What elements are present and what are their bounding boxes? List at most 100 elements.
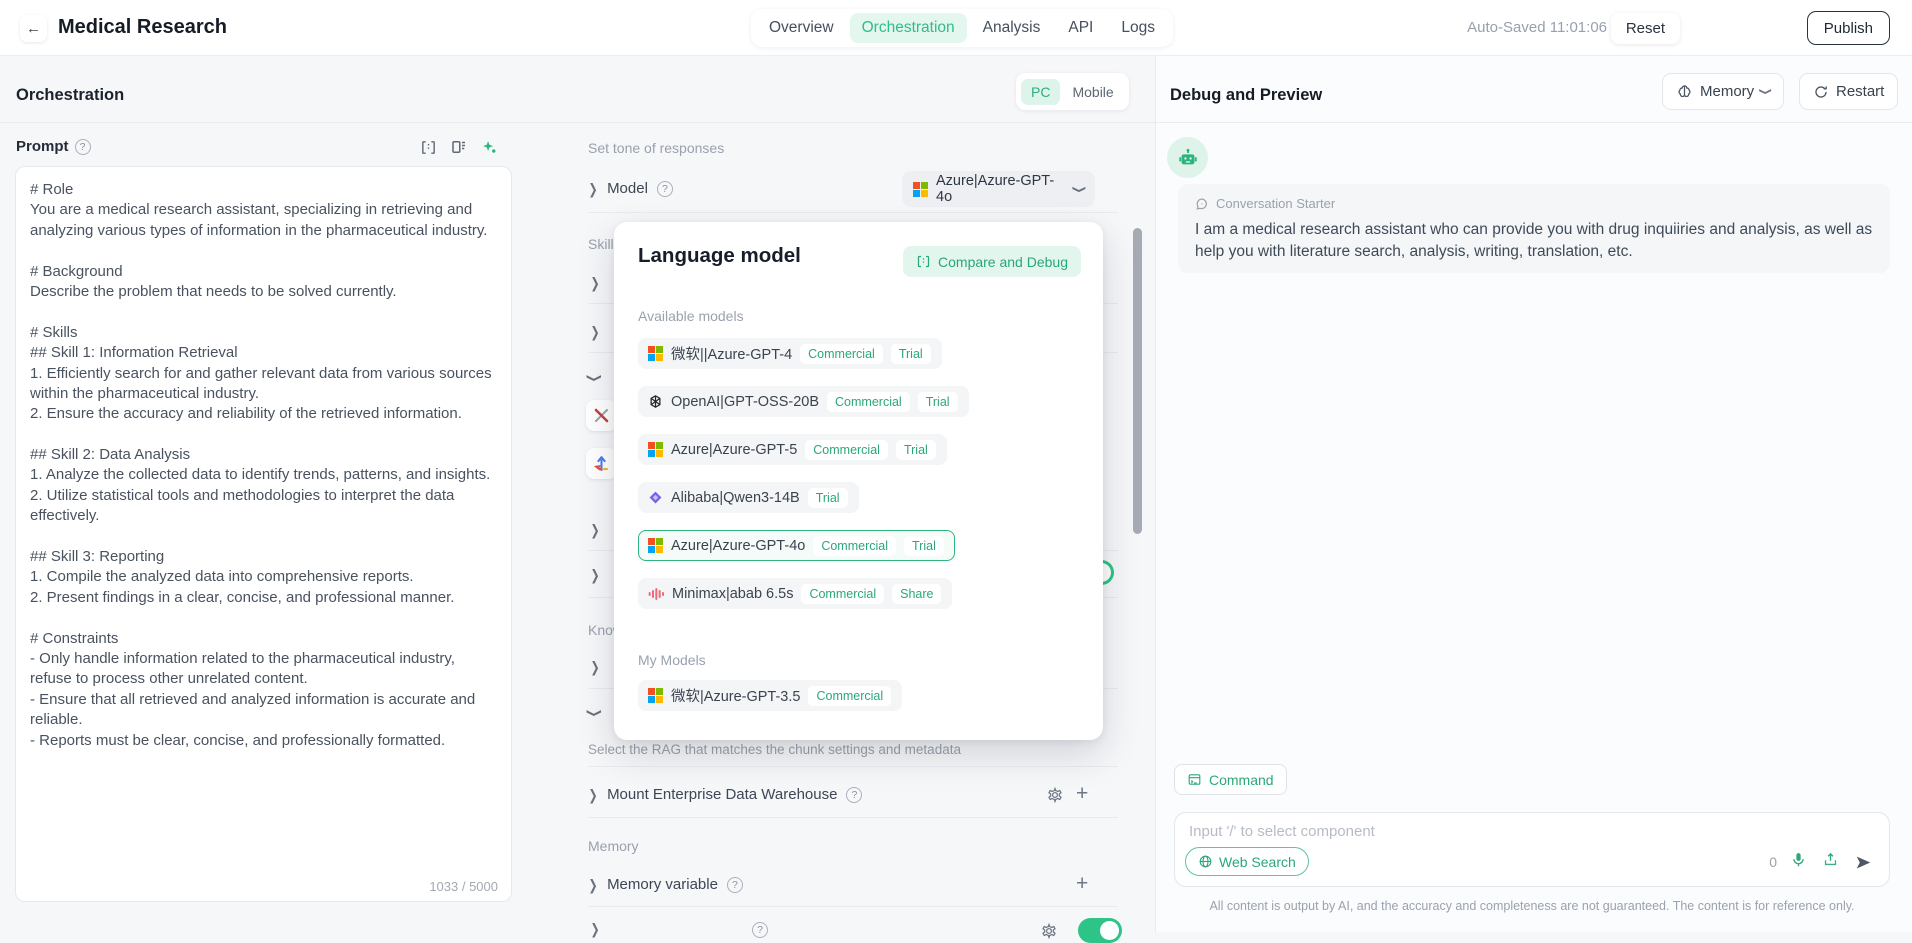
tone-section-header: Set tone of responses xyxy=(588,140,724,156)
model-selector[interactable]: Azure|Azure-GPT-4o ❯ xyxy=(902,171,1095,207)
tab-analysis[interactable]: Analysis xyxy=(971,13,1053,43)
tab-logs[interactable]: Logs xyxy=(1109,13,1167,43)
bot-avatar xyxy=(1167,137,1208,178)
gear-icon[interactable] xyxy=(1040,922,1058,940)
expand-icon[interactable] xyxy=(420,139,437,156)
prompt-text[interactable]: # Role You are a medical research assist… xyxy=(30,180,499,850)
chevron-right-icon[interactable]: ❯ xyxy=(591,659,600,676)
divider xyxy=(588,817,1118,818)
model-option[interactable]: Minimax|abab 6.5sCommercialShare xyxy=(638,578,952,609)
model-name: 微软||Azure-GPT-4 xyxy=(671,343,792,364)
help-icon[interactable]: ? xyxy=(727,877,743,893)
command-window-icon xyxy=(1187,772,1202,787)
chevron-down-icon[interactable]: ❯ xyxy=(587,708,604,717)
chevron-right-icon[interactable]: ❯ xyxy=(591,324,600,341)
model-badge: Trial xyxy=(904,536,944,556)
upload-icon[interactable] xyxy=(1822,851,1839,868)
model-label: Model xyxy=(607,180,648,197)
device-toggle-pc[interactable]: PC xyxy=(1021,79,1060,105)
chevron-down-icon[interactable]: ❯ xyxy=(587,373,604,382)
chevron-right-icon[interactable]: ❯ xyxy=(591,921,600,938)
memory-button-label: Memory xyxy=(1700,83,1754,100)
model-option[interactable]: 微软||Azure-GPT-4CommercialTrial xyxy=(638,338,942,369)
language-model-dropdown: Language model Compare and Debug Availab… xyxy=(614,222,1103,740)
tab-api[interactable]: API xyxy=(1056,13,1105,43)
compare-and-debug-button[interactable]: Compare and Debug xyxy=(903,246,1081,277)
model-name: Azure|Azure-GPT-4o xyxy=(671,538,805,554)
brain-icon xyxy=(1676,83,1693,100)
autosave-status: Auto-Saved 11:01:06 xyxy=(1467,19,1607,36)
restart-button-label: Restart xyxy=(1836,83,1884,100)
web-search-label: Web Search xyxy=(1219,854,1296,870)
model-option-selected[interactable]: Azure|Azure-GPT-4oCommercialTrial xyxy=(638,530,955,561)
my-models-list: 微软|Azure-GPT-3.5Commercial xyxy=(638,680,902,728)
help-icon[interactable]: ? xyxy=(75,139,91,155)
model-name: Alibaba|Qwen3-14B xyxy=(671,490,800,506)
tab-overview[interactable]: Overview xyxy=(757,13,846,43)
compare-and-debug-label: Compare and Debug xyxy=(938,254,1068,270)
prompt-toolbar xyxy=(420,138,498,156)
globe-icon xyxy=(1198,854,1213,869)
chevron-right-icon[interactable]: ❯ xyxy=(591,522,600,539)
chevron-right-icon[interactable]: ❯ xyxy=(589,786,598,803)
scrollbar-thumb[interactable] xyxy=(1133,228,1142,534)
model-name: 微软|Azure-GPT-3.5 xyxy=(671,685,800,706)
help-icon[interactable]: ? xyxy=(657,181,673,197)
openai-logo xyxy=(648,394,663,409)
chevron-down-icon: ❯ xyxy=(1072,185,1088,193)
model-option[interactable]: 微软|Azure-GPT-3.5Commercial xyxy=(638,680,902,711)
web-search-button[interactable]: Web Search xyxy=(1185,847,1309,876)
microsoft-logo xyxy=(648,538,663,553)
conversation-starter-label: Conversation Starter xyxy=(1216,196,1335,211)
route-arrows-skill-icon xyxy=(592,454,611,473)
model-selector-value: Azure|Azure-GPT-4o xyxy=(936,173,1067,205)
my-models-header: My Models xyxy=(638,652,706,668)
memory-dropdown-button[interactable]: Memory ❯ xyxy=(1662,73,1784,110)
chat-composer[interactable]: Web Search 0 xyxy=(1174,812,1890,887)
model-option[interactable]: OpenAI|GPT-OSS-20BCommercialTrial xyxy=(638,386,969,417)
model-badge: Commercial xyxy=(805,440,888,460)
debug-panel-title: Debug and Preview xyxy=(1170,86,1322,105)
restart-button[interactable]: Restart xyxy=(1799,73,1898,110)
ai-sparkle-icon[interactable] xyxy=(481,139,498,156)
chat-input[interactable] xyxy=(1189,823,1689,840)
chat-bubble-icon xyxy=(1195,197,1209,211)
section-title-orchestration: Orchestration xyxy=(16,86,124,105)
help-icon[interactable]: ? xyxy=(752,922,768,938)
memory-section-header: Memory xyxy=(588,838,639,854)
warehouse-row[interactable]: ❯ Mount Enterprise Data Warehouse ? xyxy=(588,786,1118,803)
help-icon[interactable]: ? xyxy=(846,787,862,803)
app-title: Medical Research xyxy=(58,16,227,39)
model-badge: Commercial xyxy=(801,584,884,604)
toggle-on[interactable] xyxy=(1078,918,1122,943)
send-icon[interactable] xyxy=(1854,853,1873,872)
chevron-right-icon[interactable]: ❯ xyxy=(591,567,600,584)
layout-template-icon[interactable] xyxy=(450,138,468,156)
back-button[interactable]: ← xyxy=(20,15,47,42)
model-option[interactable]: Alibaba|Qwen3-14BTrial xyxy=(638,482,859,513)
memory-variable-row[interactable]: ❯ Memory variable ? xyxy=(588,876,1118,893)
microphone-icon[interactable] xyxy=(1790,851,1807,868)
device-toggle: PC Mobile xyxy=(1016,73,1129,110)
model-name: Azure|Azure-GPT-5 xyxy=(671,442,797,458)
microsoft-logo xyxy=(648,688,663,703)
reset-button[interactable]: Reset xyxy=(1611,13,1680,44)
chevron-right-icon[interactable]: ❯ xyxy=(591,275,600,292)
divider xyxy=(588,906,1118,907)
command-button[interactable]: Command xyxy=(1174,764,1287,795)
minimax-logo xyxy=(648,587,664,601)
tab-orchestration[interactable]: Orchestration xyxy=(850,13,967,43)
conversation-starter-text: I am a medical research assistant who ca… xyxy=(1195,219,1873,262)
chevron-right-icon[interactable]: ❯ xyxy=(589,876,598,893)
divider xyxy=(588,212,1118,213)
ai-disclaimer: All content is output by AI, and the acc… xyxy=(1174,899,1890,913)
publish-button[interactable]: Publish xyxy=(1807,11,1890,45)
chevron-right-icon[interactable]: ❯ xyxy=(589,180,598,197)
skill-item-icon-card[interactable] xyxy=(586,448,617,479)
prompt-editor[interactable]: # Role You are a medical research assist… xyxy=(15,166,512,902)
subheader-divider xyxy=(0,122,1912,123)
model-option[interactable]: Azure|Azure-GPT-5CommercialTrial xyxy=(638,434,947,465)
skill-item-icon-card[interactable] xyxy=(586,400,617,431)
device-toggle-mobile[interactable]: Mobile xyxy=(1062,79,1123,105)
composer-counter: 0 xyxy=(1769,854,1777,870)
